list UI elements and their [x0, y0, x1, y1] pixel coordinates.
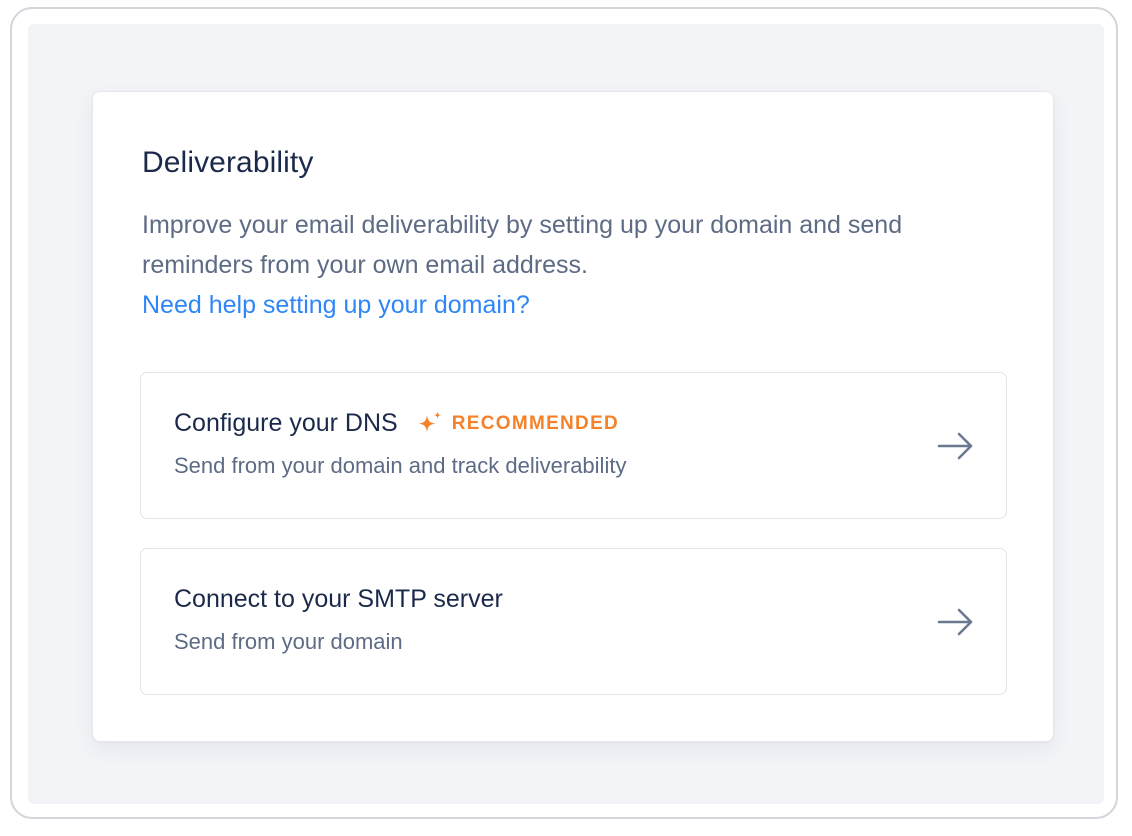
connect-smtp-option[interactable]: Connect to your SMTP server Send from yo… — [140, 548, 1007, 695]
arrow-right-icon[interactable] — [937, 431, 975, 461]
option-subtitle: Send from your domain and track delivera… — [174, 453, 627, 478]
configure-dns-option[interactable]: Configure your DNS RECOMMENDED Send from… — [140, 372, 1007, 519]
deliverability-card: Deliverability Improve your email delive… — [92, 91, 1054, 742]
option-title-row: Configure your DNS RECOMMENDED — [174, 409, 619, 438]
option-title: Connect to your SMTP server — [174, 585, 503, 613]
badge-label: RECOMMENDED — [451, 412, 620, 434]
option-subtitle: Send from your domain — [174, 629, 403, 654]
card-title: Deliverability — [142, 146, 314, 179]
help-link[interactable]: Need help setting up your domain? — [142, 285, 530, 325]
option-title: Configure your DNS — [174, 409, 398, 437]
recommended-badge: RECOMMENDED — [416, 410, 619, 438]
card-description: Improve your email deliverability by set… — [142, 211, 903, 279]
option-title-row: Connect to your SMTP server — [174, 585, 503, 614]
sparkle-icon — [418, 411, 441, 432]
arrow-right-icon[interactable] — [937, 607, 975, 637]
